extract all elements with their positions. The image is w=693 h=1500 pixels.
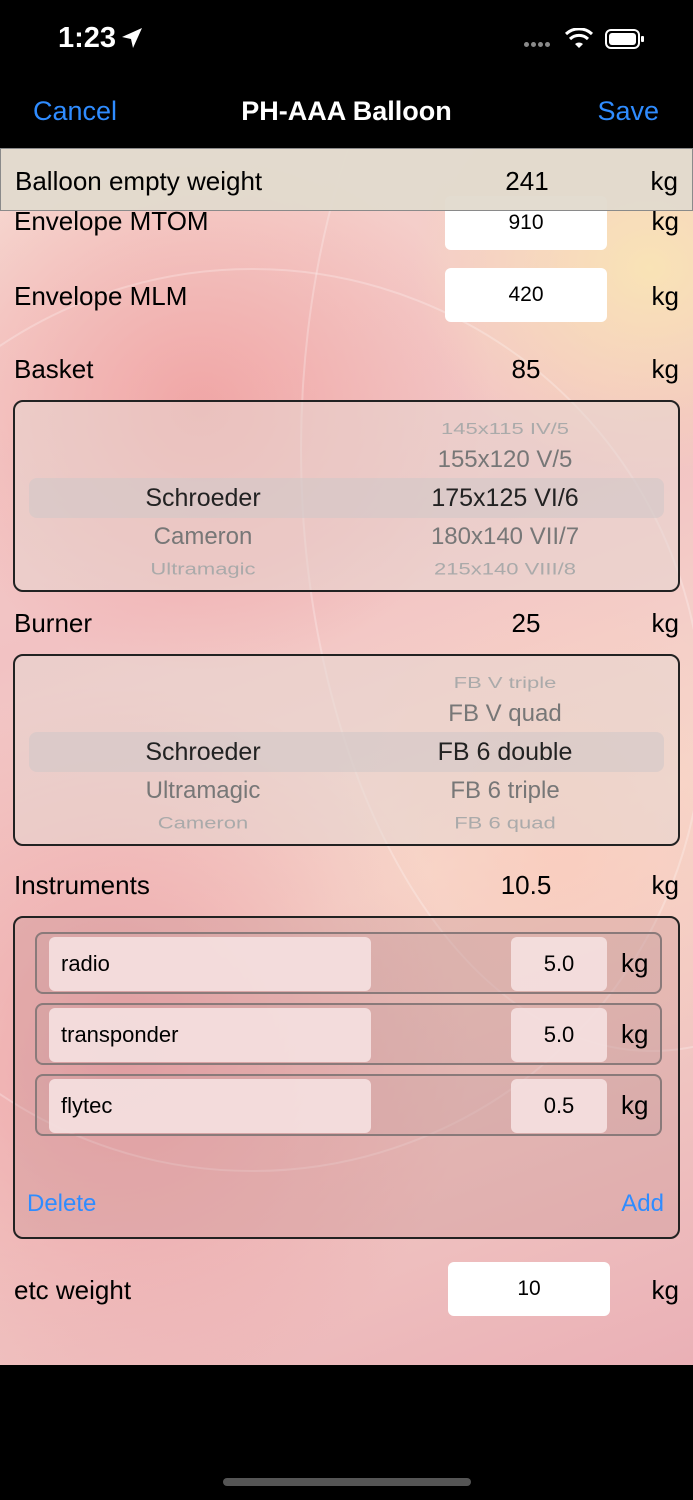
navigation-bar: Cancel PH-AAA Balloon Save	[0, 80, 693, 148]
save-button[interactable]: Save	[597, 96, 659, 127]
burner-manufacturer-option[interactable]: Cameron	[43, 813, 363, 833]
basket-manufacturer-option[interactable]: Cameron	[43, 523, 363, 551]
instrument-name-field[interactable]: radio	[49, 937, 371, 991]
basket-size-option[interactable]: 145x115 IV/5	[345, 420, 665, 438]
basket-size-option[interactable]: 215x140 VIII/8	[345, 559, 665, 579]
envelope-mlm-unit: kg	[651, 281, 679, 311]
instrument-row[interactable]: radio 5.0 kg	[35, 932, 662, 994]
instruments-unit: kg	[651, 870, 679, 900]
instruments-row: Instruments 10.5 kg	[0, 870, 693, 902]
basket-manufacturer-option[interactable]: Ultramagic	[43, 559, 363, 579]
etc-weight-field[interactable]: 10	[448, 1262, 610, 1316]
basket-size-option[interactable]: 175x125 VI/6	[345, 484, 665, 513]
envelope-mlm-field[interactable]: 420	[445, 268, 607, 322]
instrument-name-field[interactable]: flytec	[49, 1079, 371, 1133]
instrument-unit: kg	[621, 1019, 649, 1049]
basket-size-option[interactable]: 180x140 VII/7	[345, 523, 665, 551]
instruments-label: Instruments	[14, 870, 150, 900]
wifi-icon	[564, 28, 594, 48]
instrument-row[interactable]: transponder 5.0 kg	[35, 1003, 662, 1065]
basket-manufacturer-option[interactable]: Schroeder	[43, 484, 363, 513]
basket-size-option[interactable]: 155x120 V/5	[345, 446, 665, 474]
status-bar: 1:23	[0, 0, 693, 80]
empty-weight-header: Balloon empty weight 241 kg	[0, 148, 693, 211]
envelope-mlm-row: Envelope MLM 420 kg	[0, 268, 693, 322]
instrument-weight-field[interactable]: 5.0	[511, 937, 607, 991]
etc-weight-unit: kg	[651, 1275, 679, 1305]
battery-icon	[605, 29, 644, 49]
instrument-weight-field[interactable]: 0.5	[511, 1079, 607, 1133]
burner-manufacturer-option[interactable]: Schroeder	[43, 738, 363, 767]
instrument-unit: kg	[621, 948, 649, 978]
basket-unit: kg	[651, 354, 679, 384]
empty-weight-unit: kg	[650, 166, 678, 196]
instruments-total-weight: 10.5	[500, 870, 552, 900]
burner-model-option[interactable]: FB V quad	[345, 700, 665, 728]
balloon-form[interactable]: Envelope MTOM 910 kg Balloon empty weigh…	[0, 148, 693, 1365]
etc-weight-label: etc weight	[14, 1275, 132, 1305]
home-indicator[interactable]	[223, 1478, 471, 1486]
envelope-mlm-label: Envelope MLM	[14, 281, 188, 311]
basket-row: Basket 85 kg	[0, 354, 693, 386]
instrument-weight-field[interactable]: 5.0	[511, 1008, 607, 1062]
burner-model-option[interactable]: FB V triple	[345, 674, 665, 692]
add-instrument-button[interactable]: Add	[621, 1190, 664, 1218]
page-title: PH-AAA Balloon	[241, 96, 452, 126]
basket-weight: 85	[511, 354, 541, 384]
status-time: 1:23	[58, 22, 117, 54]
empty-weight-label: Balloon empty weight	[15, 166, 263, 196]
burner-unit: kg	[651, 608, 679, 638]
burner-weight: 25	[511, 608, 541, 638]
burner-model-option[interactable]: FB 6 double	[345, 738, 665, 767]
burner-model-option[interactable]: FB 6 quad	[345, 813, 665, 833]
instruments-list: radio 5.0 kg transponder 5.0 kg flytec 0…	[13, 916, 680, 1239]
burner-label: Burner	[14, 608, 93, 638]
etc-weight-row: etc weight 10 kg	[0, 1262, 693, 1316]
delete-instrument-button[interactable]: Delete	[27, 1190, 96, 1218]
empty-weight-value: 241	[505, 166, 549, 196]
burner-picker[interactable]: Schroeder Ultramagic Cameron FB V triple…	[13, 654, 680, 846]
burner-model-option[interactable]: FB 6 triple	[345, 777, 665, 805]
basket-label: Basket	[14, 354, 94, 384]
burner-manufacturer-option[interactable]: Ultramagic	[43, 777, 363, 805]
instrument-unit: kg	[621, 1090, 649, 1120]
burner-row: Burner 25 kg	[0, 608, 693, 640]
location-arrow-icon	[122, 28, 142, 48]
cellular-signal-icon	[524, 34, 552, 52]
basket-picker[interactable]: Schroeder Cameron Ultramagic 145x115 IV/…	[13, 400, 680, 592]
instrument-row[interactable]: flytec 0.5 kg	[35, 1074, 662, 1136]
instrument-name-field[interactable]: transponder	[49, 1008, 371, 1062]
